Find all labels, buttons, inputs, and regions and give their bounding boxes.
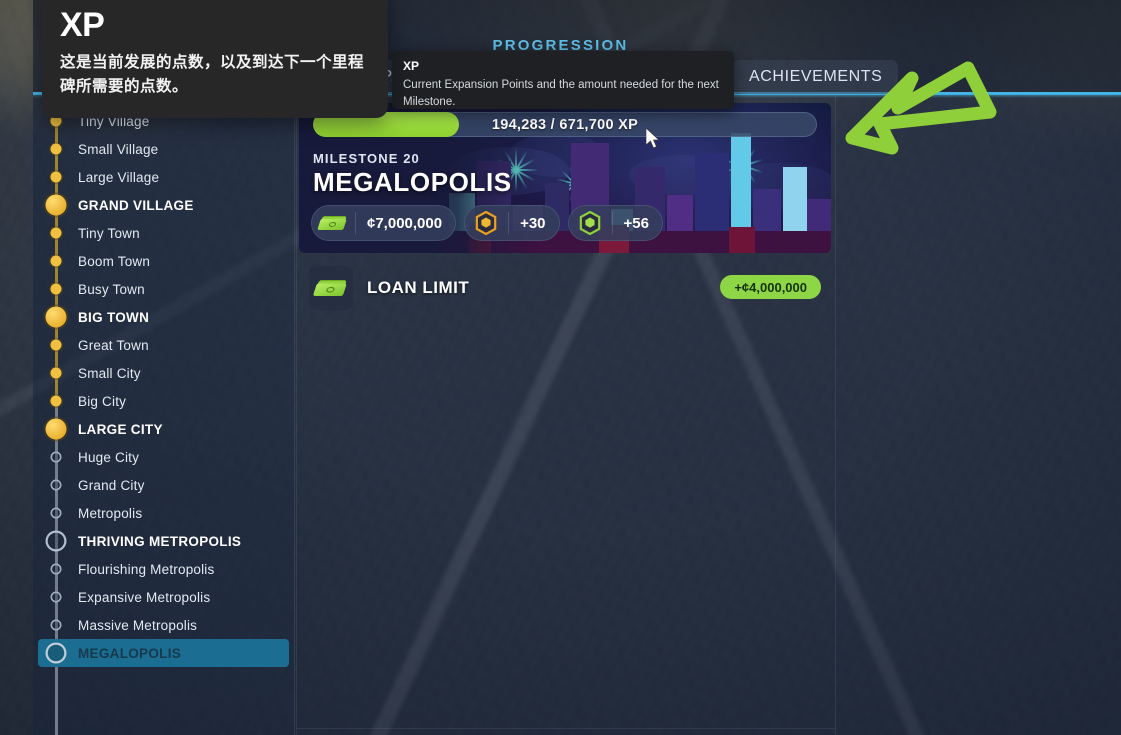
- money-bill-icon: [311, 215, 355, 231]
- xp-tooltip-localized-body: 这是当前发展的点数，以及到达下一个里程碑所需要的点数。: [60, 54, 365, 96]
- milestone-dot-locked-icon: [50, 507, 62, 519]
- milestone-dot-locked-icon: [45, 530, 67, 552]
- mouse-cursor: [646, 128, 660, 149]
- xp-tooltip-localized: XP 这是当前发展的点数，以及到达下一个里程碑所需要的点数。: [42, 0, 388, 118]
- milestone-dot-locked-icon: [50, 591, 62, 603]
- milestone-row-label: Small Village: [78, 141, 159, 157]
- milestone-row-label: Boom Town: [78, 253, 151, 269]
- reward-chip-development-value: +30: [508, 212, 559, 234]
- milestone-dot-completed-icon: [45, 194, 67, 216]
- milestone-row[interactable]: Big City: [38, 387, 289, 415]
- milestone-list[interactable]: Tiny Village Small Village Large Village GR…: [33, 107, 294, 667]
- reward-chip-development[interactable]: +30: [464, 205, 560, 241]
- reward-chip-money-value: ¢7,000,000: [355, 212, 456, 234]
- xp-tooltip-english-body: Current Expansion Points and the amount …: [403, 79, 719, 108]
- xp-progress-bar[interactable]: 194,283 / 671,700 XP: [313, 112, 817, 137]
- milestone-row[interactable]: THRIVING METROPOLIS: [38, 527, 289, 555]
- milestone-dot-completed-icon: [45, 306, 67, 328]
- milestone-row[interactable]: Metropolis: [38, 499, 289, 527]
- hexagon-orange-icon: [464, 211, 508, 235]
- milestone-list-panel: Tiny Village Small Village Large Village GR…: [33, 95, 295, 735]
- hexagon-green-icon: [568, 211, 612, 235]
- milestone-row[interactable]: Expansive Metropolis: [38, 583, 289, 611]
- milestone-row-label: MEGALOPOLIS: [78, 645, 182, 661]
- milestone-dot-completed-icon: [50, 339, 62, 351]
- milestone-row-label: Large Village: [78, 169, 160, 185]
- milestone-row[interactable]: Great Town: [38, 331, 289, 359]
- milestone-row[interactable]: Tiny Town: [38, 219, 289, 247]
- unlock-row-label: LOAN LIMIT: [367, 278, 470, 297]
- milestone-row-label: Small City: [78, 365, 141, 381]
- milestone-row-label: Flourishing Metropolis: [78, 561, 215, 577]
- milestone-row-label: Big City: [78, 393, 127, 409]
- milestone-row-label: THRIVING METROPOLIS: [78, 533, 242, 549]
- milestone-dot-completed-icon: [50, 395, 62, 407]
- reward-chip-money[interactable]: ¢7,000,000: [311, 205, 457, 241]
- milestone-dot-locked-icon: [50, 479, 62, 491]
- milestone-dot-completed-icon: [50, 227, 62, 239]
- milestone-row-label: Metropolis: [78, 505, 143, 521]
- milestone-dot-completed-icon: [50, 283, 62, 295]
- milestone-row-label: GRAND VILLAGE: [78, 197, 194, 213]
- xp-progress-label: 194,283 / 671,700 XP: [491, 116, 639, 133]
- milestone-dot-completed-icon: [50, 367, 62, 379]
- milestone-row-label: Expansive Metropolis: [78, 589, 211, 605]
- milestone-row-label: Huge City: [78, 449, 140, 465]
- reward-chip-expansion-value: +56: [611, 212, 663, 234]
- milestone-row[interactable]: Small City: [38, 359, 289, 387]
- milestone-number: MILESTONE 20: [313, 151, 420, 166]
- xp-tooltip-english-title: XP: [403, 59, 420, 73]
- milestone-row[interactable]: Busy Town: [38, 275, 289, 303]
- milestone-dot-locked-icon: [50, 619, 62, 631]
- milestone-row[interactable]: Boom Town: [38, 247, 289, 275]
- artwork-foreground: [729, 227, 755, 253]
- milestone-row-label: Tiny Town: [78, 225, 140, 241]
- milestone-row[interactable]: BIG TOWN: [38, 303, 289, 331]
- milestone-row[interactable]: Grand City: [38, 471, 289, 499]
- milestone-dot-locked-icon: [45, 642, 67, 664]
- milestone-detail-column: 194,283 / 671,700 XP MILESTONE 20 MEGALO…: [296, 95, 836, 735]
- milestone-dot-completed-icon: [50, 171, 62, 183]
- milestone-row[interactable]: LARGE CITY: [38, 415, 289, 443]
- xp-tooltip-english: XP Current Expansion Points and the amou…: [392, 51, 734, 109]
- milestone-row[interactable]: GRAND VILLAGE: [38, 191, 289, 219]
- milestone-row-label: LARGE CITY: [78, 421, 163, 437]
- milestone-row[interactable]: MEGALOPOLIS: [38, 639, 289, 667]
- milestone-row[interactable]: Small Village: [38, 135, 289, 163]
- milestone-detail-inner: 194,283 / 671,700 XP MILESTONE 20 MEGALO…: [297, 95, 835, 729]
- milestone-dot-locked-icon: [50, 451, 62, 463]
- unlock-row-loan-limit[interactable]: LOAN LIMIT +¢4,000,000: [309, 263, 825, 313]
- milestone-row-label: Great Town: [78, 337, 149, 353]
- annotation-arrow-icon: [845, 61, 997, 155]
- milestone-hero-card[interactable]: 194,283 / 671,700 XP MILESTONE 20 MEGALO…: [299, 103, 831, 253]
- reward-chip-expansion[interactable]: +56: [567, 205, 663, 241]
- reward-chip-list: ¢7,000,000 +30 +56: [311, 205, 663, 241]
- milestone-row[interactable]: Massive Metropolis: [38, 611, 289, 639]
- milestone-dot-locked-icon: [50, 563, 62, 575]
- milestone-row[interactable]: Huge City: [38, 443, 289, 471]
- milestone-row-label: Massive Metropolis: [78, 617, 198, 633]
- money-bill-icon: [309, 266, 353, 310]
- milestone-row[interactable]: Flourishing Metropolis: [38, 555, 289, 583]
- milestone-row-label: BIG TOWN: [78, 309, 150, 325]
- milestone-dot-completed-icon: [45, 418, 67, 440]
- unlock-row-badge: +¢4,000,000: [720, 275, 821, 299]
- milestone-row-label: Grand City: [78, 477, 145, 493]
- milestone-row-label: Busy Town: [78, 281, 145, 297]
- xp-tooltip-localized-title: XP: [60, 6, 105, 44]
- milestone-row[interactable]: Large Village: [38, 163, 289, 191]
- milestone-dot-completed-icon: [50, 255, 62, 267]
- milestone-name: MEGALOPOLIS: [313, 167, 512, 197]
- milestone-dot-completed-icon: [50, 143, 62, 155]
- right-empty-column: [836, 95, 1121, 735]
